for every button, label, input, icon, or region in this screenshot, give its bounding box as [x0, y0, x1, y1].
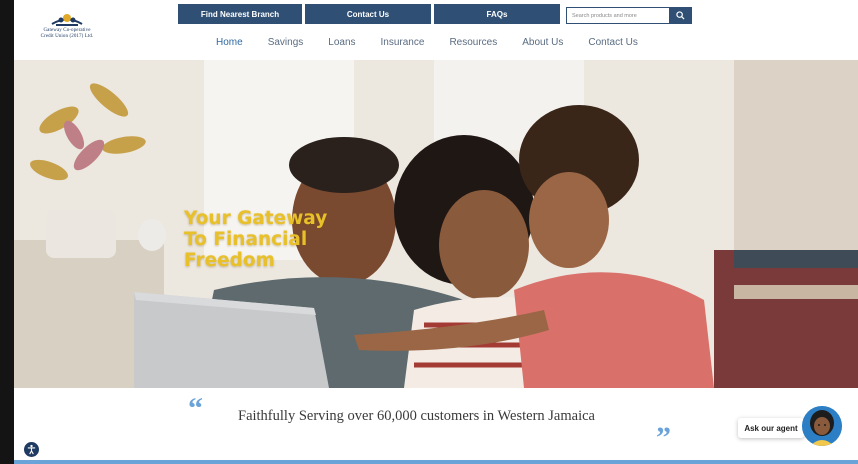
close-quote-icon: ” [656, 421, 671, 454]
accessibility-button[interactable] [22, 440, 41, 459]
browser-page: Gateway Co-operative Credit Union (2017)… [14, 0, 858, 464]
hero-banner: Your Gateway To Financial Freedom [14, 60, 858, 388]
agent-avatar-icon [802, 406, 842, 446]
logo-emblem-icon [51, 14, 83, 26]
nav-home[interactable]: Home [216, 37, 243, 48]
nav-savings[interactable]: Savings [268, 37, 304, 48]
open-quote-icon: “ [188, 392, 203, 425]
hero-headline-line-3: Freedom [184, 250, 275, 271]
main-nav: Home Savings Loans Insurance Resources A… [216, 37, 663, 48]
agent-avatar[interactable] [802, 406, 842, 446]
search-icon [675, 11, 685, 20]
nav-resources[interactable]: Resources [449, 37, 497, 48]
site-logo[interactable]: Gateway Co-operative Credit Union (2017)… [32, 12, 102, 40]
find-branch-button[interactable]: Find Nearest Branch [178, 4, 302, 24]
search-box: Search products and more [566, 7, 692, 24]
nav-loans[interactable]: Loans [328, 37, 355, 48]
contact-us-top-button[interactable]: Contact Us [305, 4, 431, 24]
hero-headline-line-2: To Financial [184, 229, 308, 250]
faqs-button[interactable]: FAQs [434, 4, 560, 24]
nav-about-us[interactable]: About Us [522, 37, 563, 48]
utility-bar: Find Nearest Branch Contact Us FAQs [178, 4, 563, 24]
hero-headline-line-1: Your Gateway [184, 208, 328, 229]
nav-contact-us[interactable]: Contact Us [588, 37, 637, 48]
ask-agent-button[interactable]: Ask our agent [738, 418, 804, 438]
tagline-text: Faithfully Serving over 60,000 customers… [238, 408, 595, 424]
section-divider [14, 460, 858, 464]
search-button[interactable] [669, 8, 691, 23]
accessibility-icon [27, 444, 36, 455]
logo-line-2: Credit Union (2017) Ltd. [40, 34, 94, 39]
nav-insurance[interactable]: Insurance [381, 37, 425, 48]
hero-family-photo [14, 60, 858, 388]
tagline-strip [14, 388, 858, 464]
search-input[interactable]: Search products and more [567, 8, 669, 23]
hero-headline: Your Gateway To Financial Freedom [184, 208, 327, 271]
